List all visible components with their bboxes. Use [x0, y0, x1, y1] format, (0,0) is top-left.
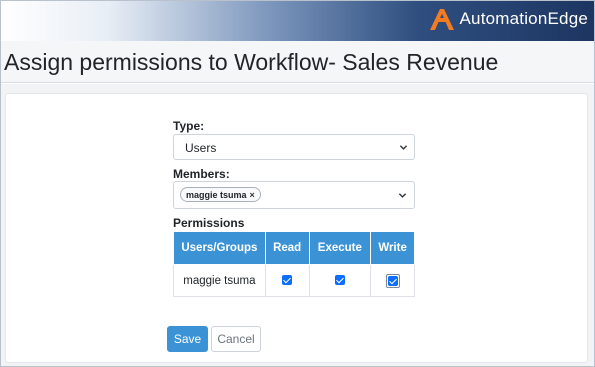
remove-member-icon[interactable]: ×	[250, 190, 255, 200]
col-header-execute: Execute	[308, 231, 372, 265]
save-button[interactable]: Save	[167, 326, 208, 352]
type-label: Type:	[173, 119, 205, 133]
chevron-down-icon[interactable]	[398, 191, 407, 200]
title-bar: Assign permissions to Workflow- Sales Re…	[1, 41, 594, 83]
page-title: Assign permissions to Workflow- Sales Re…	[4, 49, 499, 75]
permissions-table: Users/Groups Read Execute Write maggie t…	[173, 231, 415, 297]
write-checkbox[interactable]	[387, 275, 398, 286]
table-header-row: Users/Groups Read Execute Write	[173, 231, 415, 265]
cancel-button[interactable]: Cancel	[211, 326, 261, 352]
member-tag: maggie tsuma ×	[180, 187, 261, 202]
write-cell	[370, 264, 415, 297]
permissions-label: Permissions	[173, 216, 245, 230]
table-row: maggie tsuma	[173, 264, 415, 297]
logo[interactable]: AutomationEdge	[427, 7, 589, 31]
automationedge-logo-icon	[429, 9, 454, 30]
type-select[interactable]: Users	[173, 134, 415, 160]
col-header-users-groups: Users/Groups	[173, 231, 266, 265]
user-cell: maggie tsuma	[173, 264, 266, 297]
type-select-value: Users	[185, 141, 217, 155]
logo-text: AutomationEdge	[459, 9, 588, 28]
top-banner: AutomationEdge	[1, 1, 594, 41]
chevron-down-icon	[399, 145, 408, 150]
members-label: Members:	[173, 167, 230, 181]
execute-checkbox[interactable]	[334, 275, 345, 286]
col-header-write: Write	[370, 231, 415, 265]
member-tag-label: maggie tsuma	[186, 189, 247, 200]
execute-cell	[308, 264, 372, 297]
members-multiselect[interactable]: maggie tsuma ×	[173, 181, 415, 209]
read-checkbox[interactable]	[282, 275, 293, 286]
write-checkbox-focus	[385, 273, 400, 288]
read-cell	[264, 264, 310, 297]
col-header-read: Read	[264, 231, 310, 265]
